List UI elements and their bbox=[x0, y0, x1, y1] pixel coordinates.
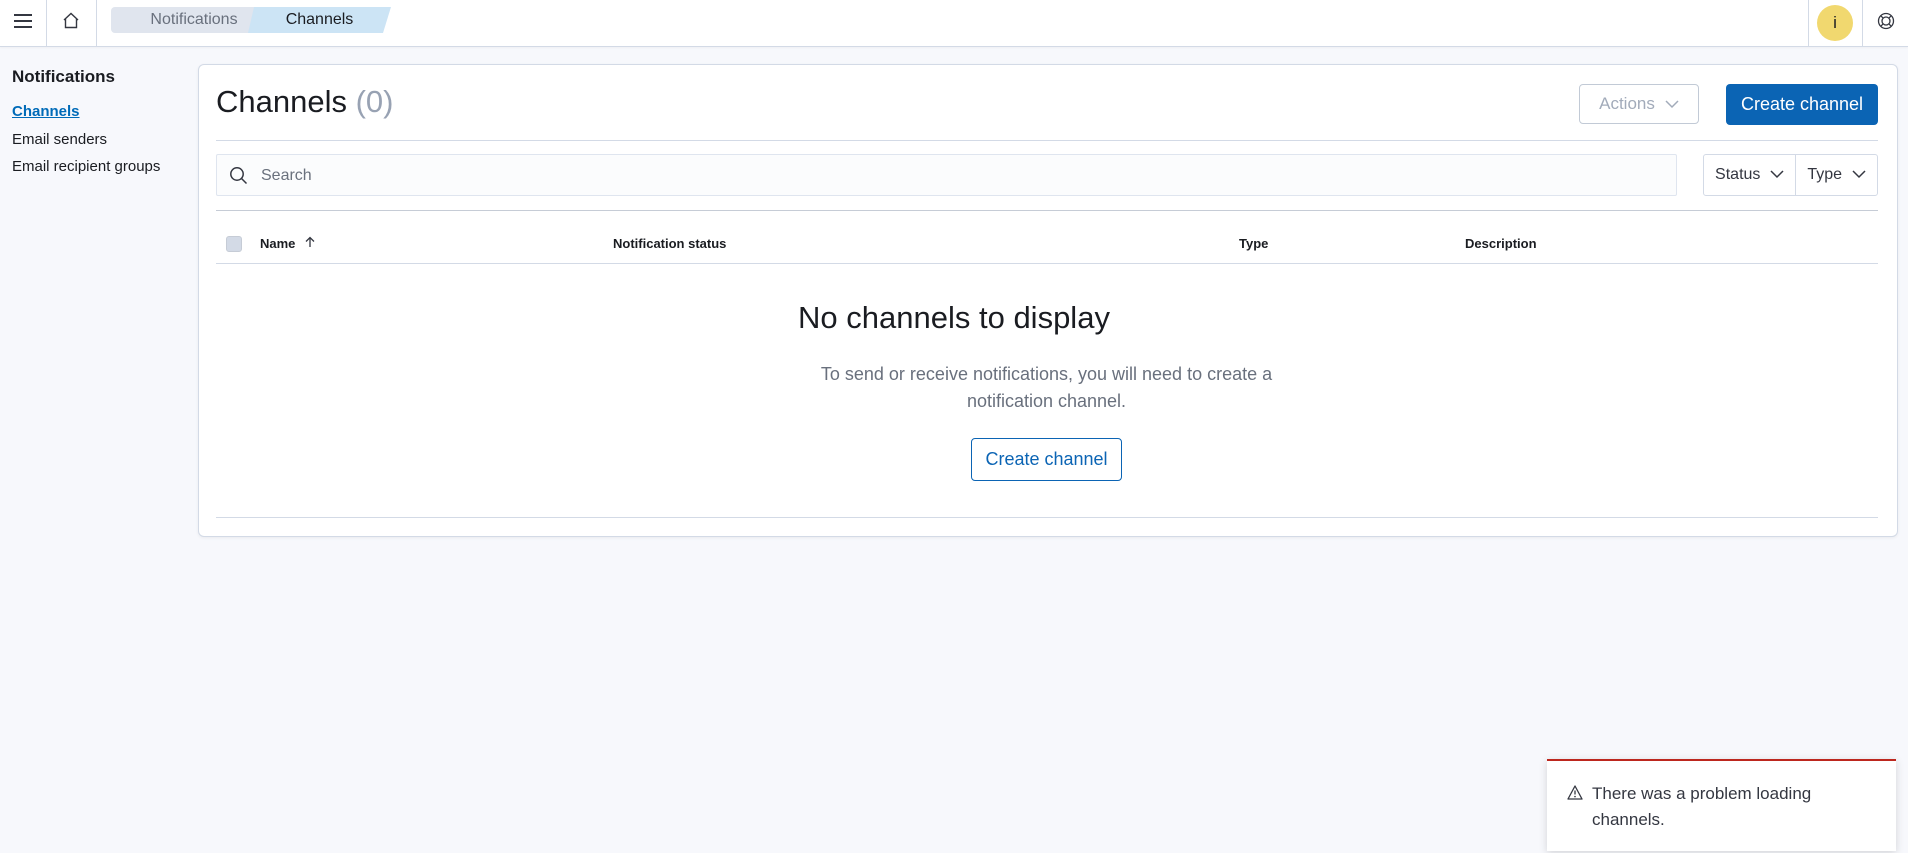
page-title-text: Channels bbox=[216, 84, 347, 119]
help-button[interactable] bbox=[1864, 0, 1908, 46]
sidebar-item-email-recipient-groups[interactable]: Email recipient groups bbox=[12, 158, 160, 175]
header-divider bbox=[1862, 0, 1863, 46]
column-name-label: Name bbox=[260, 236, 296, 251]
menu-button[interactable] bbox=[0, 0, 46, 46]
chevron-down-icon bbox=[1665, 94, 1679, 114]
channel-count: (0) bbox=[355, 84, 394, 119]
chevron-down-icon bbox=[1770, 166, 1784, 184]
actions-button[interactable]: Actions bbox=[1579, 84, 1699, 124]
column-header-type: Type bbox=[1239, 236, 1269, 251]
column-header-notification-status: Notification status bbox=[613, 236, 727, 251]
title-divider bbox=[216, 140, 1878, 141]
sidebar-item-channels[interactable]: Channels bbox=[12, 103, 80, 120]
chevron-down-icon bbox=[1852, 166, 1866, 184]
status-filter-button[interactable]: Status bbox=[1704, 155, 1797, 195]
table-header-divider bbox=[216, 263, 1878, 264]
error-toast: There was a problem loading channels. bbox=[1547, 759, 1896, 851]
empty-state-body: To send or receive notifications, you wi… bbox=[820, 364, 1273, 411]
sidebar-item-email-senders[interactable]: Email senders bbox=[12, 131, 107, 148]
user-avatar[interactable]: i bbox=[1817, 5, 1853, 41]
type-filter-label: Type bbox=[1807, 166, 1843, 183]
home-icon bbox=[62, 12, 80, 34]
search-input[interactable] bbox=[259, 155, 1663, 197]
actions-label: Actions bbox=[1599, 94, 1655, 113]
empty-state-title: No channels to display bbox=[798, 300, 1110, 335]
search-icon bbox=[229, 166, 248, 190]
search-box bbox=[216, 154, 1677, 197]
type-filter-button[interactable]: Type bbox=[1796, 155, 1877, 195]
home-button[interactable] bbox=[48, 0, 94, 46]
create-channel-button[interactable]: Create channel bbox=[1726, 84, 1878, 125]
status-filter-label: Status bbox=[1715, 166, 1761, 183]
header-divider bbox=[96, 0, 97, 46]
table-bottom-divider bbox=[216, 517, 1878, 518]
search-divider bbox=[216, 210, 1878, 211]
header-divider bbox=[1808, 0, 1809, 46]
top-header: Notifications Channels i bbox=[0, 0, 1908, 47]
sidebar-title: Notifications bbox=[12, 67, 115, 86]
hamburger-menu-icon bbox=[14, 13, 32, 33]
arrow-up-icon bbox=[305, 236, 315, 251]
empty-create-channel-button[interactable]: Create channel bbox=[971, 438, 1122, 481]
select-all-checkbox[interactable] bbox=[226, 236, 242, 252]
breadcrumb-channels[interactable]: Channels bbox=[248, 7, 391, 33]
help-icon bbox=[1877, 12, 1895, 35]
filter-group: Status Type bbox=[1703, 154, 1878, 196]
warning-icon bbox=[1567, 785, 1583, 805]
column-header-name[interactable]: Name bbox=[260, 236, 315, 251]
header-divider bbox=[46, 0, 47, 46]
page-title: Channels (0) bbox=[216, 84, 394, 120]
column-header-description: Description bbox=[1465, 236, 1537, 251]
toast-message: There was a problem loading channels. bbox=[1592, 784, 1812, 829]
